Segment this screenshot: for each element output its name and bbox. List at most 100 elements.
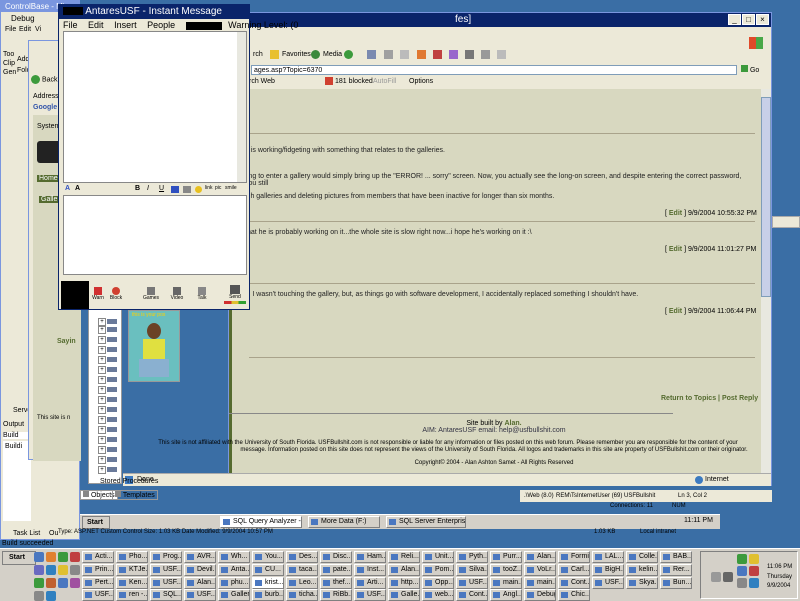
expand-icon[interactable]: + bbox=[98, 416, 106, 424]
taskbar-button[interactable]: LAL... bbox=[592, 551, 624, 563]
small-browser-back[interactable]: Back bbox=[31, 75, 58, 84]
underline-button[interactable]: U bbox=[159, 185, 164, 192]
taskbar-button[interactable]: Colle... bbox=[626, 551, 658, 563]
extra-icon[interactable] bbox=[497, 50, 506, 59]
taskbar-button[interactable]: KTJe... bbox=[116, 564, 148, 576]
im-compose-input[interactable] bbox=[63, 195, 247, 275]
taskbar-button[interactable]: Cont... bbox=[558, 577, 590, 589]
tree-row[interactable]: + bbox=[98, 436, 138, 444]
task-more-data[interactable]: More Data (F:) bbox=[308, 516, 380, 528]
tray-icon[interactable] bbox=[711, 572, 721, 582]
taskbar-button[interactable]: Gallery bbox=[218, 589, 250, 601]
tree-last-item[interactable]: Stored Procedures bbox=[100, 478, 158, 485]
taskbar-button[interactable]: Leo... bbox=[286, 577, 318, 589]
edit-link-3[interactable]: Edit bbox=[669, 308, 682, 315]
quicklaunch-icon[interactable] bbox=[34, 565, 44, 575]
bg-color-button[interactable]: A bbox=[75, 185, 80, 192]
taskbar-button[interactable]: USF... bbox=[354, 589, 386, 601]
expand-icon[interactable]: + bbox=[98, 426, 106, 434]
discuss-icon[interactable] bbox=[433, 50, 442, 59]
taskbar-button[interactable]: thef... bbox=[320, 577, 352, 589]
address-bar[interactable]: ages.asp?Topic=6370 bbox=[251, 65, 737, 75]
left-menu-edit[interactable]: Edit bbox=[19, 26, 31, 33]
taskbar-button[interactable]: pate... bbox=[320, 564, 352, 576]
smiley-icon[interactable] bbox=[195, 186, 202, 193]
debug-tab[interactable]: Debug bbox=[11, 14, 35, 23]
tray-icon[interactable] bbox=[723, 572, 733, 582]
print-icon[interactable] bbox=[400, 50, 409, 59]
expand-icon[interactable]: + bbox=[98, 366, 106, 374]
link-icon[interactable] bbox=[171, 186, 179, 193]
autofill-label[interactable]: AutoFill bbox=[373, 78, 396, 85]
font-color-button[interactable]: A bbox=[65, 185, 70, 192]
left-menu-view[interactable]: Vi bbox=[35, 26, 41, 33]
taskbar-button[interactable]: Ham... bbox=[354, 551, 386, 563]
taskbar-button[interactable]: Cont... bbox=[456, 589, 488, 601]
history-icon[interactable] bbox=[367, 50, 376, 59]
taskbar-button[interactable]: Chic... bbox=[558, 589, 590, 601]
im-button-talk[interactable]: Talk bbox=[193, 287, 211, 301]
built-by-name[interactable]: Alan. bbox=[505, 420, 522, 427]
taskbar-button[interactable]: Reli... bbox=[388, 551, 420, 563]
taskbar-button[interactable]: taca... bbox=[286, 564, 318, 576]
ie-close-button[interactable]: × bbox=[756, 14, 769, 25]
taskbar-button[interactable]: USF... bbox=[456, 577, 488, 589]
taskbar-button[interactable]: Carl... bbox=[558, 564, 590, 576]
taskbar-button[interactable]: Unit... bbox=[422, 551, 454, 563]
tree-row[interactable]: + bbox=[98, 406, 138, 414]
ie-minimize-button[interactable]: _ bbox=[728, 14, 741, 25]
taskbar-button[interactable]: Pert... bbox=[82, 577, 114, 589]
quicklaunch-icon[interactable] bbox=[70, 565, 80, 575]
taskbar-button[interactable]: Alan... bbox=[524, 551, 556, 563]
taskbar-button[interactable]: SQL... bbox=[150, 589, 182, 601]
ie-maximize-button[interactable]: □ bbox=[742, 14, 755, 25]
taskbar-button[interactable]: Pyth... bbox=[456, 551, 488, 563]
messenger-icon[interactable] bbox=[449, 50, 458, 59]
blocked-label[interactable]: 181 blocked bbox=[335, 78, 373, 85]
taskbar-button[interactable]: USF... bbox=[82, 589, 114, 601]
return-to-topics-link[interactable]: Return to Topics bbox=[661, 395, 716, 402]
expand-icon[interactable]: + bbox=[98, 318, 106, 326]
tray-icon[interactable] bbox=[749, 566, 759, 576]
taskbar-button[interactable]: BAB... bbox=[660, 551, 692, 563]
quicklaunch-icon[interactable] bbox=[58, 578, 68, 588]
taskbar-button[interactable]: burb... bbox=[252, 589, 284, 601]
taskbar-button[interactable]: kelin... bbox=[626, 564, 658, 576]
tree-row[interactable]: + bbox=[98, 466, 138, 474]
im-menu-file[interactable]: File bbox=[63, 20, 78, 30]
expand-icon[interactable]: + bbox=[98, 336, 106, 344]
edit-link-2[interactable]: Edit bbox=[669, 246, 682, 253]
taskbar-button[interactable]: krist... bbox=[252, 577, 284, 589]
go-button[interactable]: Go bbox=[741, 65, 759, 74]
taskbar-button[interactable]: Silva... bbox=[456, 564, 488, 576]
tray-icon[interactable] bbox=[737, 566, 747, 576]
italic-button[interactable]: I bbox=[147, 185, 149, 192]
ie-titlebar[interactable]: fes] bbox=[229, 13, 771, 27]
taskbar-button[interactable]: Alan... bbox=[388, 564, 420, 576]
picture-icon[interactable] bbox=[183, 186, 191, 193]
taskbar-button[interactable]: RiBb... bbox=[320, 589, 352, 601]
small-home-label[interactable]: Home bbox=[37, 175, 60, 182]
options-label[interactable]: Options bbox=[409, 78, 433, 85]
search-label[interactable]: rch bbox=[253, 51, 263, 58]
taskbar-button[interactable]: CU... bbox=[252, 564, 284, 576]
expand-icon[interactable]: + bbox=[98, 396, 106, 404]
taskbar-button[interactable]: AVR... bbox=[184, 551, 216, 563]
expand-icon[interactable]: + bbox=[98, 406, 106, 414]
taskbar-button[interactable]: Prog... bbox=[150, 551, 182, 563]
taskbar-button[interactable]: Anta... bbox=[218, 564, 250, 576]
taskbar-button[interactable]: BigH... bbox=[592, 564, 624, 576]
im-button-games[interactable]: Games bbox=[141, 287, 161, 301]
taskbar-button[interactable]: Ken... bbox=[116, 577, 148, 589]
taskbar-button[interactable]: main... bbox=[524, 577, 556, 589]
taskbar-button[interactable]: Pom... bbox=[422, 564, 454, 576]
favorites-label[interactable]: Favorites bbox=[282, 51, 311, 58]
taskbar-button[interactable]: http... bbox=[388, 577, 420, 589]
tray-icon[interactable] bbox=[737, 578, 747, 588]
tray-clock[interactable]: 11:06 PM bbox=[767, 564, 792, 570]
expand-icon[interactable]: + bbox=[98, 386, 106, 394]
output-tab[interactable]: Ou bbox=[49, 530, 58, 537]
taskbar-button[interactable]: Inst... bbox=[354, 564, 386, 576]
taskbar-button[interactable]: Prin... bbox=[82, 564, 114, 576]
taskbar-button[interactable]: phu... bbox=[218, 577, 250, 589]
